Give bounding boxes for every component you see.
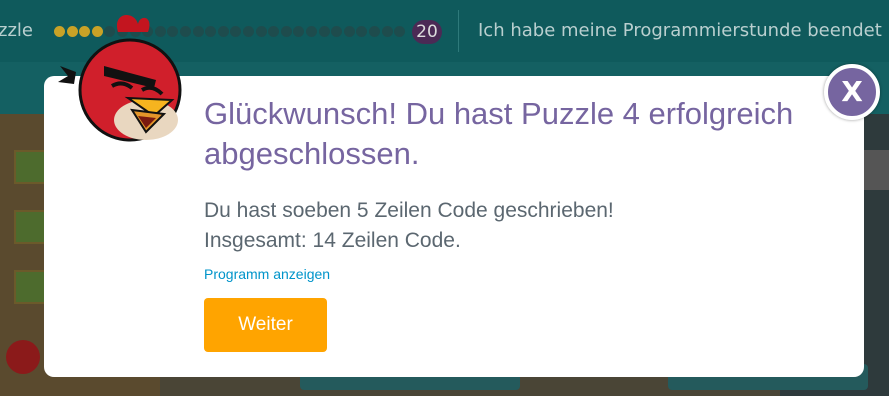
- progress-dot[interactable]: [331, 26, 343, 37]
- maze-tile: [14, 150, 48, 184]
- header-divider: [458, 10, 459, 52]
- lines-written-text: Du hast soeben 5 Zeilen Code geschrieben…: [204, 199, 614, 222]
- continue-button[interactable]: Weiter: [204, 298, 327, 352]
- dialog-title: Glückwunsch! Du hast Puzzle 4 erfolgreic…: [204, 96, 794, 171]
- progress-dot[interactable]: [230, 26, 242, 37]
- progress-dot[interactable]: [381, 26, 393, 37]
- finish-lesson-link[interactable]: Ich habe meine Programmierstunde beendet: [478, 20, 889, 41]
- level-count-badge[interactable]: 20: [412, 20, 442, 44]
- progress-dot[interactable]: [394, 26, 406, 37]
- puzzle-label: zzle: [0, 20, 33, 41]
- red-bird-icon: [58, 14, 182, 142]
- total-lines-text: Insgesamt: 14 Zeilen Code.: [204, 229, 461, 252]
- background-tab: [860, 150, 889, 190]
- progress-dot[interactable]: [280, 26, 292, 37]
- progress-dot[interactable]: [268, 26, 280, 37]
- maze-tile: [14, 270, 48, 304]
- background-bird-icon: [6, 340, 40, 374]
- progress-dot[interactable]: [293, 26, 305, 37]
- progress-dot[interactable]: [369, 26, 380, 37]
- progress-dot[interactable]: [205, 26, 217, 37]
- maze-tile: [14, 210, 48, 244]
- show-code-link[interactable]: Programm anzeigen: [204, 266, 330, 282]
- progress-dot[interactable]: [356, 26, 368, 37]
- progress-dot[interactable]: [255, 26, 267, 37]
- progress-dot[interactable]: [318, 26, 330, 37]
- close-button[interactable]: X: [824, 64, 880, 120]
- progress-dot[interactable]: [217, 26, 229, 37]
- progress-dot[interactable]: [243, 26, 254, 37]
- progress-dot[interactable]: [306, 26, 317, 37]
- dialog-message: Du hast soeben 5 Zeilen Code geschrieben…: [204, 196, 844, 256]
- progress-dot[interactable]: [343, 26, 355, 37]
